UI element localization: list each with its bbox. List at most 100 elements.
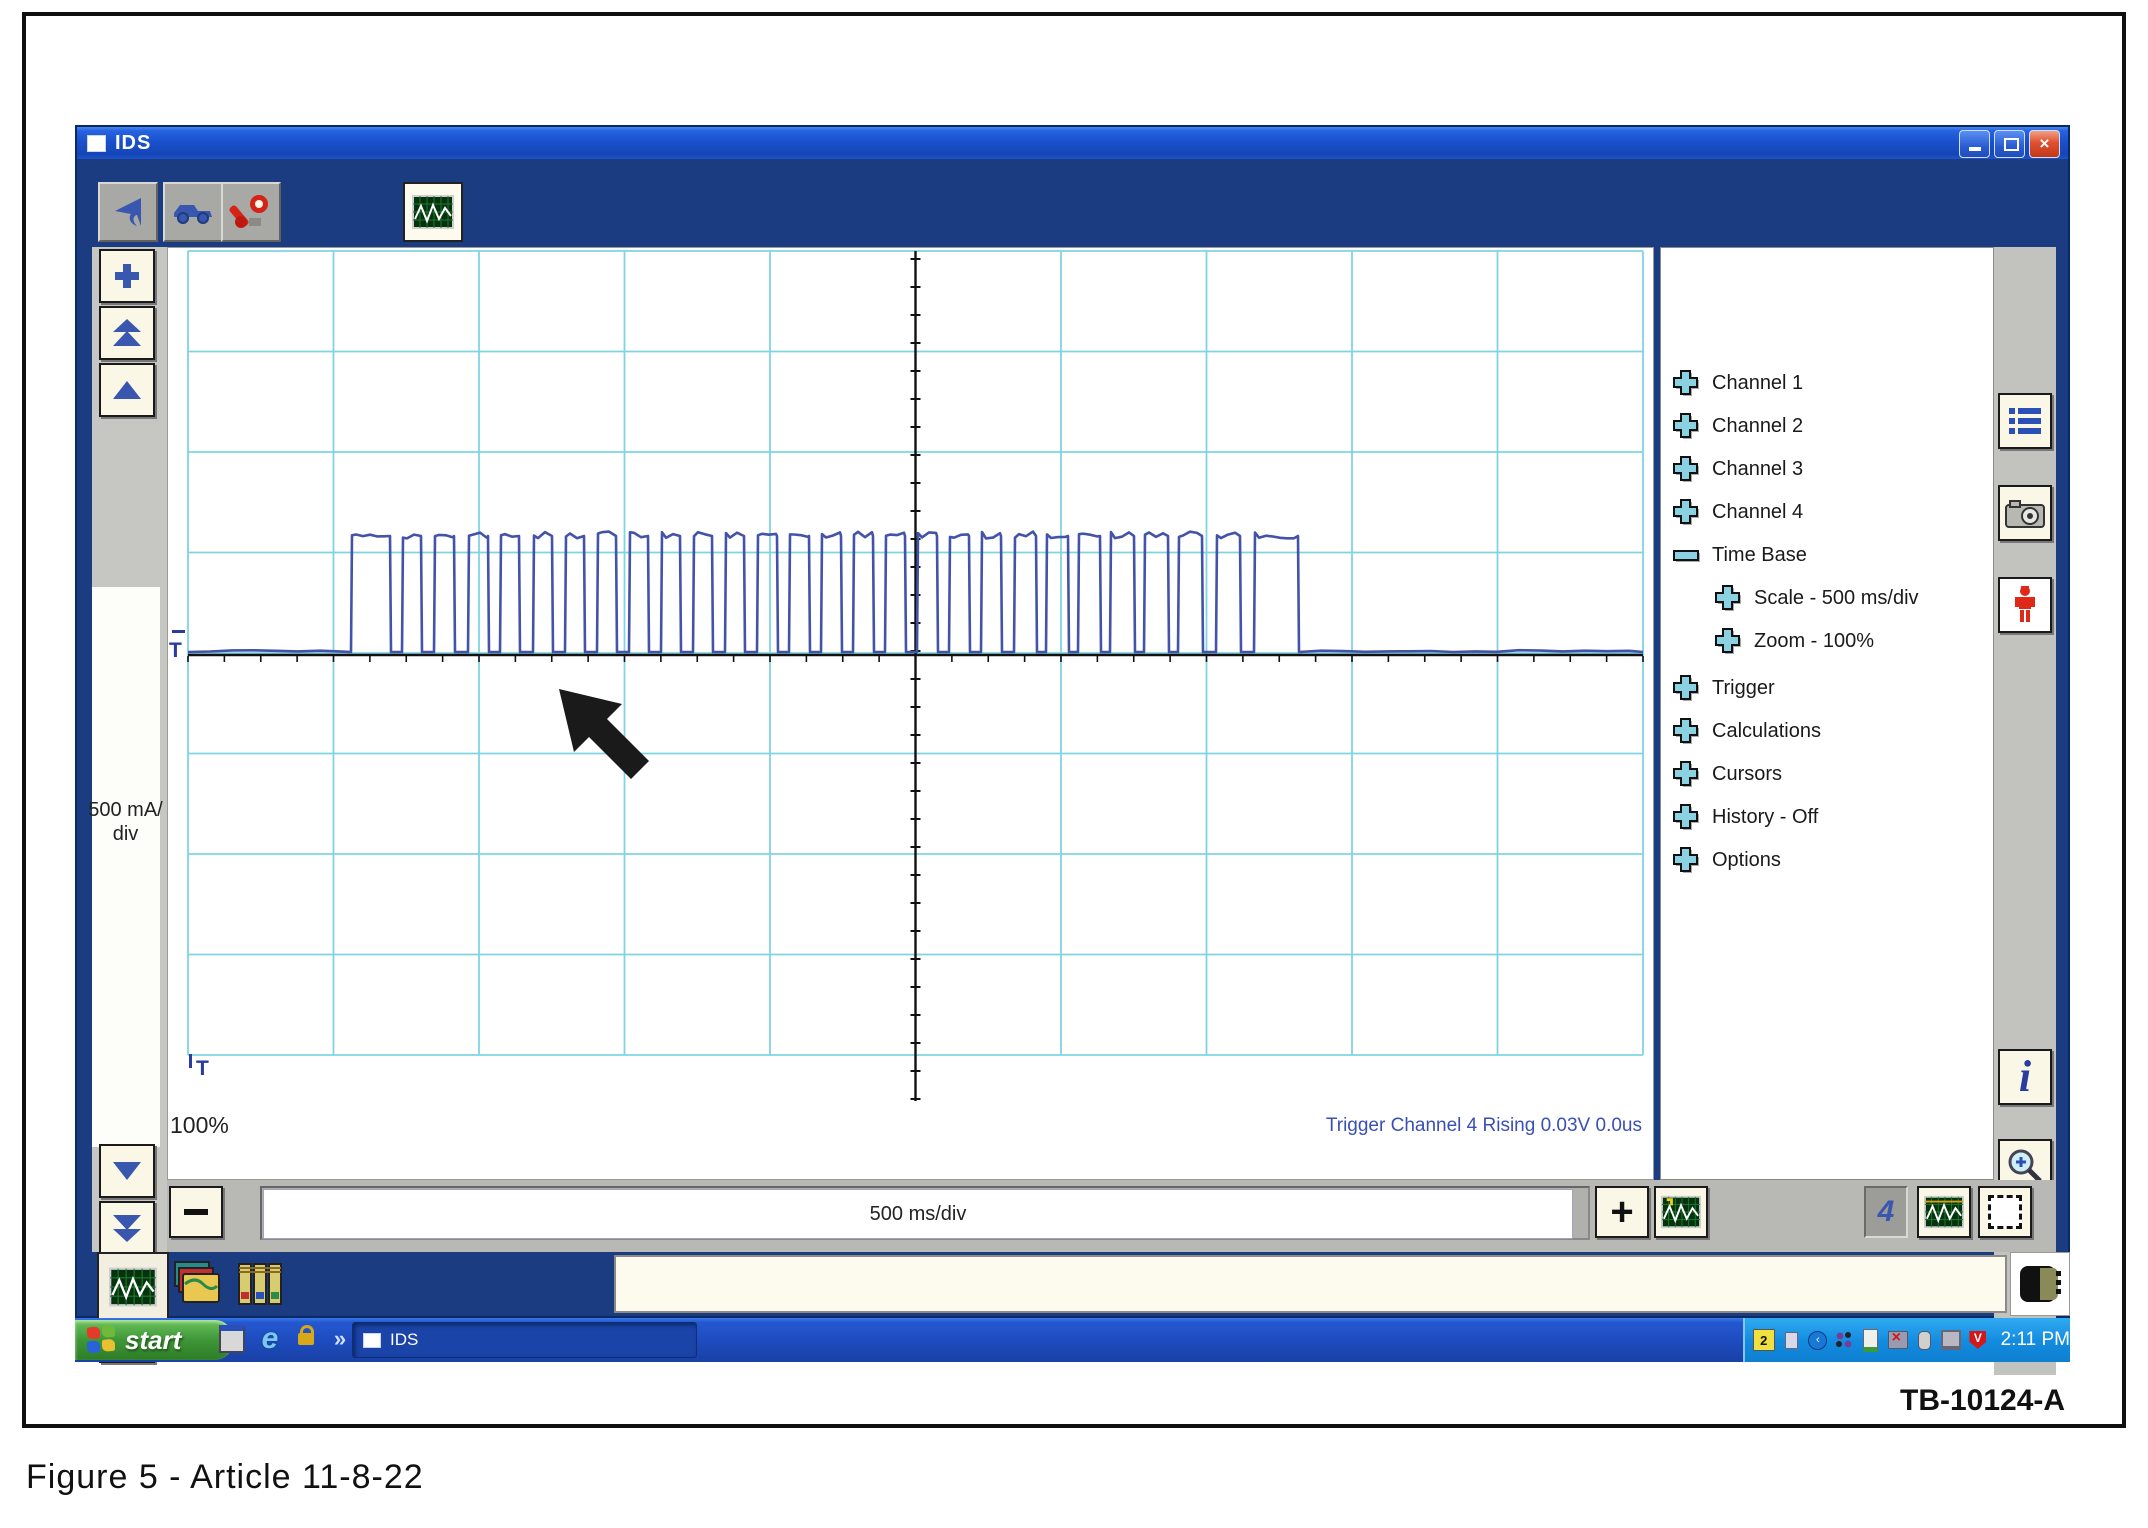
tree-item-trigger[interactable]: Trigger <box>1669 671 1775 705</box>
info-button[interactable]: i <box>1998 1049 2052 1105</box>
tab-sessions[interactable] <box>169 1258 227 1312</box>
expand-plus-icon[interactable] <box>1669 802 1701 832</box>
tree-item-label: Channel 1 <box>1712 372 1803 395</box>
move-down-fast-button[interactable] <box>99 1201 155 1255</box>
channel-indicator-button[interactable]: 4 <box>1864 1186 1908 1238</box>
capture-button[interactable] <box>1998 485 2052 541</box>
dashed-selection-icon <box>1988 1195 2022 1229</box>
figure-caption: Figure 5 - Article 11-8-22 <box>26 1458 424 1497</box>
ids-window: IDS × <box>75 125 2070 1318</box>
oscilloscope-tab-icon <box>109 1267 157 1307</box>
tray-display-icon[interactable] <box>1941 1330 1961 1350</box>
tree-item-channel-4[interactable]: Channel 4 <box>1669 495 1803 529</box>
move-up-fast-button[interactable] <box>99 306 155 360</box>
tree-item-label: Cursors <box>1712 763 1782 786</box>
toolbox-button[interactable] <box>221 182 281 242</box>
timebase-increase-button[interactable]: + <box>1595 1186 1649 1238</box>
expand-plus-icon[interactable] <box>1669 845 1701 875</box>
info-icon: i <box>2019 1055 2031 1099</box>
person-icon <box>2012 585 2038 625</box>
tray-dots-icon[interactable] <box>1835 1330 1855 1350</box>
timebase-scroll-thumb[interactable]: 500 ms/div <box>263 1189 1573 1239</box>
tree-item-zoom[interactable]: Zoom - 100% <box>1711 624 1874 658</box>
minimize-icon <box>1969 147 1981 151</box>
page: IDS × <box>0 0 2148 1528</box>
waveform-plot <box>168 248 1655 1181</box>
tree-item-scale[interactable]: Scale - 500 ms/div <box>1711 581 1919 615</box>
vehicle-button[interactable] <box>163 182 223 242</box>
move-up-button[interactable] <box>99 363 155 417</box>
quicklaunch-overflow[interactable]: » <box>325 1324 355 1354</box>
expand-plus-icon[interactable] <box>1669 411 1701 441</box>
start-button[interactable]: start <box>75 1320 233 1360</box>
expand-plus-icon[interactable] <box>1669 759 1701 789</box>
toolbox-icon <box>229 192 273 232</box>
tray-clock[interactable]: 2:11 PM <box>2001 1329 2070 1351</box>
help-agent-button[interactable] <box>1998 577 2052 633</box>
close-button[interactable]: × <box>2029 130 2060 158</box>
collapse-minus-icon[interactable] <box>1669 540 1701 570</box>
quicklaunch-app[interactable] <box>217 1324 247 1354</box>
tree-item-label: Calculations <box>1712 720 1821 743</box>
back-button[interactable] <box>98 182 158 242</box>
tree-item-time-base[interactable]: Time Base <box>1669 538 1807 572</box>
quicklaunch-browser[interactable]: e <box>255 1324 285 1354</box>
expand-plus-icon[interactable] <box>1669 454 1701 484</box>
tray-doc-icon[interactable] <box>1782 1330 1802 1350</box>
quicklaunch-security[interactable] <box>291 1324 321 1354</box>
windows-flag-icon <box>87 1324 117 1355</box>
trigger-time-marker[interactable]: T <box>196 1057 209 1081</box>
tray-network-error-icon[interactable]: × <box>1888 1330 1908 1350</box>
up-arrow-icon <box>110 377 144 403</box>
tab-oscilloscope[interactable] <box>97 1252 169 1320</box>
battery-icon <box>2016 1263 2064 1305</box>
tree-item-channel-2[interactable]: Channel 2 <box>1669 409 1803 443</box>
tree-item-channel-3[interactable]: Channel 3 <box>1669 452 1803 486</box>
expand-plus-icon[interactable] <box>1669 497 1701 527</box>
close-icon: × <box>2040 134 2050 154</box>
tray-msn-icon[interactable]: ‹ <box>1808 1330 1828 1350</box>
timebase-scrollbar[interactable]: 500 ms/div <box>260 1186 1590 1240</box>
tray-agent-icon[interactable] <box>1861 1330 1881 1350</box>
timebase-decrease-button[interactable] <box>169 1186 223 1238</box>
minimize-button[interactable] <box>1959 130 1990 158</box>
expand-plus-icon[interactable] <box>1669 368 1701 398</box>
taskbar-task-ids[interactable]: IDS <box>352 1322 697 1358</box>
selection-mode-button[interactable] <box>1978 1186 2032 1238</box>
tree-item-channel-1[interactable]: Channel 1 <box>1669 366 1803 400</box>
callout-arrow <box>559 689 649 779</box>
scope-view-button[interactable] <box>1654 1186 1708 1238</box>
tray-help-icon[interactable]: 2 <box>1753 1329 1775 1351</box>
tree-item-label: Channel 4 <box>1712 501 1803 524</box>
ie-e-icon: e <box>262 1322 279 1356</box>
trigger-readout: Trigger Channel 4 Rising 0.03V 0.0us <box>1142 1115 1642 1137</box>
expand-plus-icon[interactable] <box>1711 626 1743 656</box>
list-view-button[interactable] <box>1998 393 2052 449</box>
tree-item-label: History - Off <box>1712 806 1818 829</box>
trigger-level-dash <box>172 630 185 633</box>
books-icon <box>233 1258 289 1310</box>
scale-increase-button[interactable] <box>99 249 155 303</box>
scope-mode-button[interactable] <box>1917 1186 1971 1238</box>
tree-item-label: Zoom - 100% <box>1754 630 1874 653</box>
tree-item-options[interactable]: Options <box>1669 843 1781 877</box>
channel-indicator-number: 4 <box>1878 1195 1895 1229</box>
trigger-level-marker[interactable]: T <box>169 639 182 663</box>
tray-antivirus-icon[interactable]: V <box>1968 1330 1988 1350</box>
expand-plus-icon[interactable] <box>1669 716 1701 746</box>
scale-label-area <box>92 587 160 1147</box>
expand-plus-icon[interactable] <box>1711 583 1743 613</box>
tree-item-calculations[interactable]: Calculations <box>1669 714 1821 748</box>
status-bar <box>614 1255 2007 1313</box>
camera-icon <box>2004 497 2046 529</box>
expand-plus-icon[interactable] <box>1669 673 1701 703</box>
lock-icon <box>298 1333 314 1345</box>
tab-library[interactable] <box>233 1258 291 1312</box>
restore-button[interactable] <box>1994 130 2025 158</box>
move-down-button[interactable] <box>99 1144 155 1198</box>
tree-item-history[interactable]: History - Off <box>1669 800 1818 834</box>
tray-mouse-icon[interactable] <box>1915 1330 1935 1350</box>
tree-item-label: Channel 2 <box>1712 415 1803 438</box>
tree-item-cursors[interactable]: Cursors <box>1669 757 1782 791</box>
oscilloscope-tool-button[interactable] <box>403 182 463 242</box>
